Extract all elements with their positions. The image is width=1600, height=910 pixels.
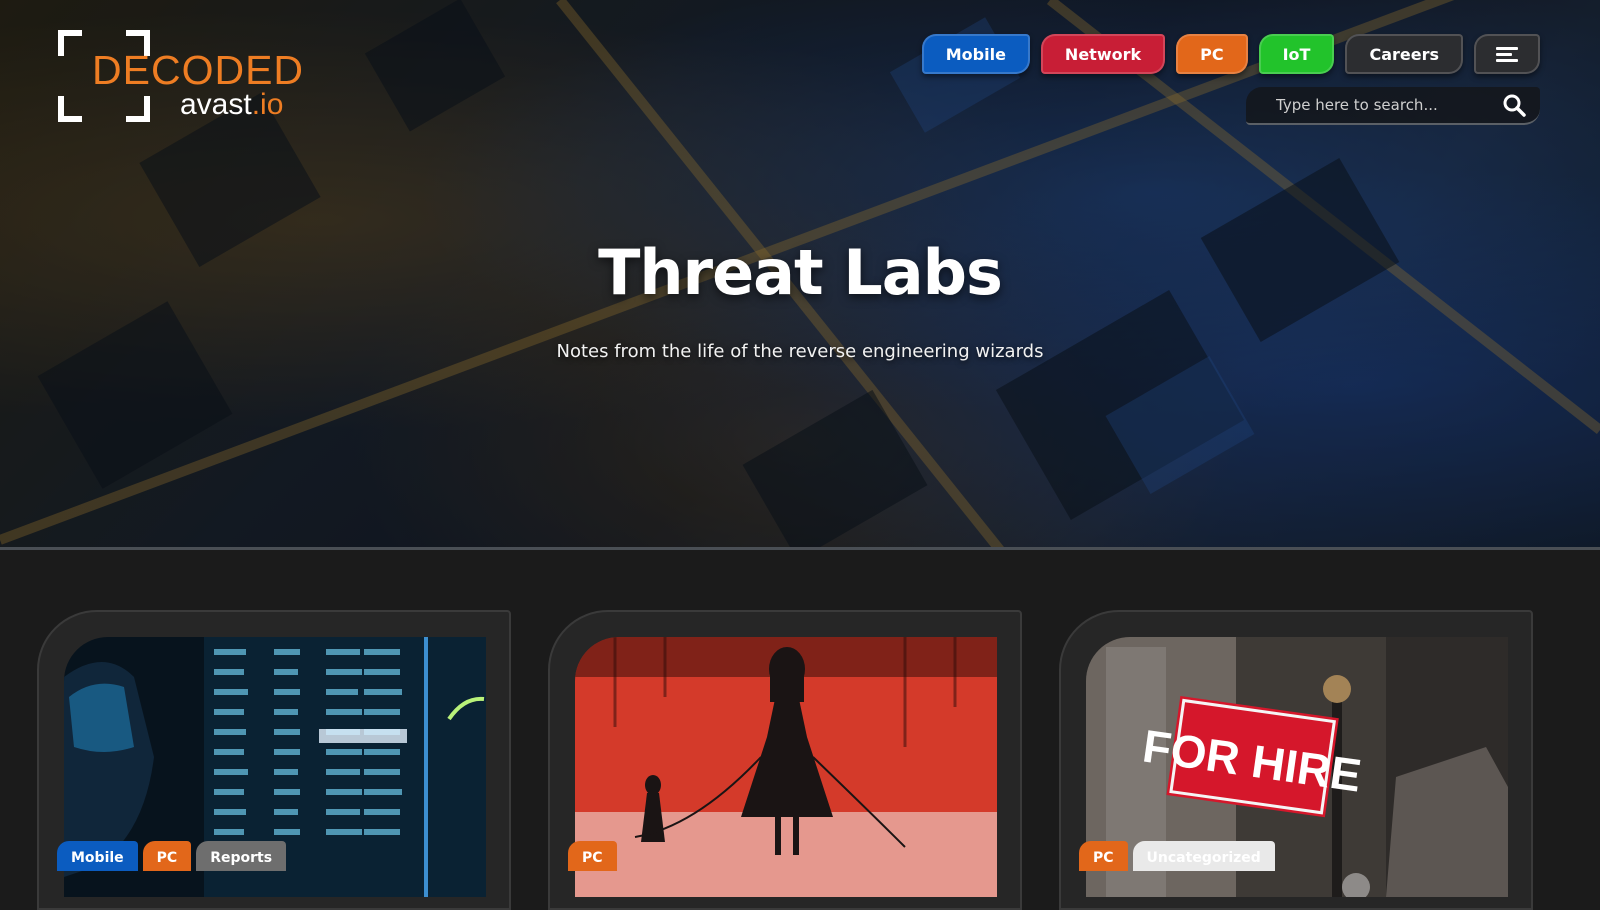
nav-pc-button[interactable]: PC xyxy=(1176,34,1248,74)
top-nav: Mobile Network PC IoT Careers xyxy=(921,34,1540,74)
tag-uncategorized[interactable]: Uncategorized xyxy=(1132,841,1275,871)
logo-decoded-text: DECODED xyxy=(92,47,305,93)
article-grid: Mobile PC Reports PC FOR HIRE PC Uncateg… xyxy=(37,610,1533,910)
nav-mobile-button[interactable]: Mobile xyxy=(921,34,1030,74)
hero-banner: DECODED avast.io Mobile Network PC IoT C… xyxy=(0,0,1600,550)
hero-divider xyxy=(0,547,1600,550)
article-tags: PC xyxy=(568,841,617,871)
search-input[interactable] xyxy=(1276,96,1502,114)
article-card[interactable]: FOR HIRE PC Uncategorized xyxy=(1059,610,1533,910)
decoded-avast-logo[interactable]: DECODED avast.io xyxy=(58,30,318,122)
tag-pc[interactable]: PC xyxy=(568,841,617,871)
nav-iot-button[interactable]: IoT xyxy=(1258,34,1335,74)
nav-careers-button[interactable]: Careers xyxy=(1345,34,1463,74)
article-card[interactable]: Mobile PC Reports xyxy=(37,610,511,910)
logo-avast-text: avast.io xyxy=(180,88,284,121)
menu-button[interactable] xyxy=(1474,34,1540,74)
hamburger-icon xyxy=(1496,44,1518,65)
page-subtitle: Notes from the life of the reverse engin… xyxy=(556,341,1044,362)
nav-network-button[interactable]: Network xyxy=(1040,34,1166,74)
tag-pc[interactable]: PC xyxy=(1079,841,1128,871)
article-thumbnail[interactable] xyxy=(575,637,997,897)
tag-pc[interactable]: PC xyxy=(142,841,192,871)
article-card[interactable]: PC xyxy=(548,610,1022,910)
article-tags: Mobile PC Reports xyxy=(57,841,287,871)
search-icon[interactable] xyxy=(1502,93,1526,117)
search-bar xyxy=(1246,87,1540,125)
page-title: Threat Labs xyxy=(598,236,1003,309)
article-tags: PC Uncategorized xyxy=(1079,841,1275,871)
tag-reports[interactable]: Reports xyxy=(196,841,287,871)
doll-painting-image xyxy=(575,637,997,897)
tag-mobile[interactable]: Mobile xyxy=(57,841,138,871)
